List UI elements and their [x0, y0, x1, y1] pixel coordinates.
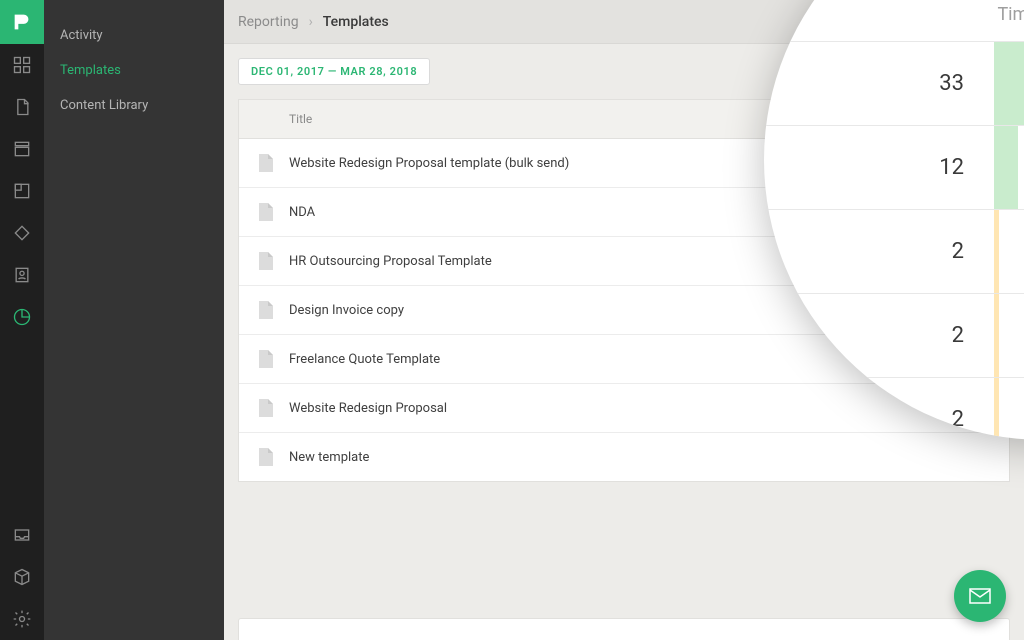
row-title: NDA	[289, 205, 315, 220]
library-icon[interactable]	[0, 170, 44, 212]
lens-bar	[994, 210, 999, 293]
lens-header: Times used	[764, 0, 1024, 41]
templates-icon[interactable]	[0, 128, 44, 170]
lens-count: 2	[764, 407, 994, 432]
inbox-icon[interactable]	[0, 514, 44, 556]
catalog-icon[interactable]	[0, 212, 44, 254]
lens-bar	[994, 126, 1018, 209]
lens-row: 1222.64%	[764, 125, 1024, 209]
icon-rail	[0, 0, 44, 640]
lens-bar	[994, 294, 999, 377]
lens-row: 3362.26%	[764, 41, 1024, 125]
chevron-right-icon: ›	[309, 14, 313, 30]
lens-count: 2	[764, 239, 994, 264]
addons-icon[interactable]	[0, 556, 44, 598]
lens-count: 12	[764, 155, 994, 180]
lens-bar-cell	[994, 294, 1024, 377]
sidebar-item-content-library[interactable]: Content Library	[44, 88, 224, 123]
dashboard-icon[interactable]	[0, 44, 44, 86]
compose-fab[interactable]	[954, 570, 1006, 622]
document-icon	[257, 300, 275, 320]
row-title: Website Redesign Proposal template (bulk…	[289, 156, 569, 171]
magnifier-lens: Times used 3362.26%1222.64%23.77%23.77%2…	[764, 0, 1024, 440]
lens-bar-cell	[994, 210, 1024, 293]
document-icon	[257, 398, 275, 418]
documents-icon[interactable]	[0, 86, 44, 128]
document-icon	[257, 447, 275, 467]
contacts-icon[interactable]	[0, 254, 44, 296]
document-icon	[257, 349, 275, 369]
lens-bar-cell	[994, 126, 1024, 209]
lens-bar	[994, 378, 999, 440]
row-title: Freelance Quote Template	[289, 352, 440, 367]
lens-row: 23.77%	[764, 377, 1024, 440]
settings-icon[interactable]	[0, 598, 44, 640]
envelope-icon	[968, 584, 992, 608]
document-icon	[257, 153, 275, 173]
reporting-icon[interactable]	[0, 296, 44, 338]
lens-bar	[994, 42, 1024, 125]
breadcrumb-current: Templates	[323, 14, 389, 30]
bottom-panel	[238, 618, 1010, 640]
table-row[interactable]: New template	[239, 433, 1009, 481]
sidebar-item-templates[interactable]: Templates	[44, 53, 224, 88]
lens-count: 2	[764, 323, 994, 348]
row-title: Design Invoice copy	[289, 303, 404, 318]
document-icon	[257, 251, 275, 271]
sidebar: Activity Templates Content Library	[44, 0, 224, 640]
lens-row: 23.77%	[764, 293, 1024, 377]
lens-bar-cell	[994, 42, 1024, 125]
date-range-picker[interactable]: DEC 01, 2017 — MAR 28, 2018	[238, 58, 430, 85]
lens-bar-cell	[994, 378, 1024, 440]
row-title: New template	[289, 450, 369, 465]
breadcrumb-root[interactable]: Reporting	[238, 14, 299, 30]
row-title: HR Outsourcing Proposal Template	[289, 254, 492, 269]
document-icon	[257, 202, 275, 222]
app-logo[interactable]	[0, 0, 44, 44]
lens-row: 23.77%	[764, 209, 1024, 293]
sidebar-item-activity[interactable]: Activity	[44, 18, 224, 53]
row-title: Website Redesign Proposal	[289, 401, 447, 416]
lens-count: 33	[764, 71, 994, 96]
main: Reporting › Templates DEC 01, 2017 — MAR…	[224, 0, 1024, 640]
